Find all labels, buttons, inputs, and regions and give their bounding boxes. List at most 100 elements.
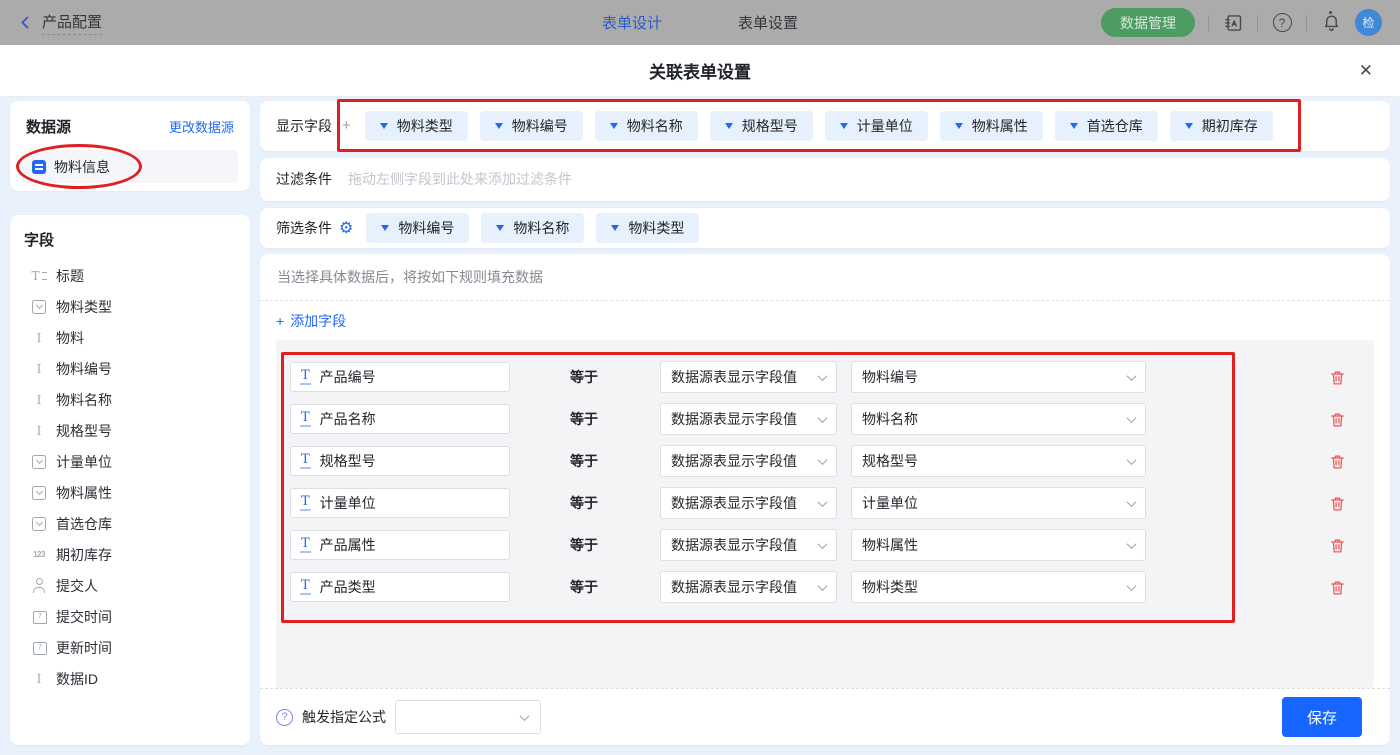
add-display-field-button[interactable]: + [342,117,351,134]
field-label: 物料编号 [56,359,112,379]
field-tag[interactable]: 物料名称 [481,213,584,243]
source-field-dropdown[interactable]: 计量单位 [851,487,1146,519]
field-tag[interactable]: 首选仓库 [1055,111,1158,141]
form-document-icon [32,160,46,174]
sidebar-field-item[interactable]: 物料类型 [22,291,238,322]
user-avatar[interactable]: 检 [1355,9,1382,36]
delete-rule-button[interactable] [1329,579,1346,596]
field-tag[interactable]: 物料属性 [940,111,1043,141]
sidebar-field-item[interactable]: 数据ID [22,663,238,694]
field-tag[interactable]: 期初库存 [1170,111,1273,141]
source-field-dropdown[interactable]: 物料名称 [851,403,1146,435]
modal-title-bar: 关联表单设置 ✕ [0,45,1400,97]
close-icon[interactable]: ✕ [1359,61,1373,81]
chevron-down-icon [818,581,828,591]
field-tag[interactable]: 物料编号 [480,111,583,141]
triangle-down-icon [611,225,619,231]
triangle-down-icon [1070,123,1078,129]
target-field-input[interactable]: 产品名称 [290,404,510,434]
sidebar-field-item[interactable]: 计量单位 [22,446,238,477]
sidebar-field-item[interactable]: 首选仓库 [22,508,238,539]
delete-rule-button[interactable] [1329,369,1346,386]
chevron-down-icon [1127,371,1137,381]
target-field-value: 产品名称 [320,409,376,429]
source-field-dropdown[interactable]: 物料属性 [851,529,1146,561]
sidebar-field-item[interactable]: 物料属性 [22,477,238,508]
delete-rule-button[interactable] [1329,453,1346,470]
target-field-input[interactable]: 规格型号 [290,446,510,476]
field-tag[interactable]: 计量单位 [825,111,928,141]
target-field-input[interactable]: 计量单位 [290,488,510,518]
target-field-input[interactable]: 产品类型 [290,572,510,602]
source-type-dropdown[interactable]: 数据源表显示字段值 [660,571,837,603]
target-field-input[interactable]: 产品属性 [290,530,510,560]
sidebar-field-item[interactable]: 提交时间 [22,601,238,632]
target-field-input[interactable]: 产品编号 [290,362,510,392]
sidebar-field-item[interactable]: 物料名称 [22,384,238,415]
formula-select[interactable] [395,700,541,734]
sidebar-field-item[interactable]: 期初库存 [22,539,238,570]
divider [1208,15,1209,31]
source-type-dropdown[interactable]: 数据源表显示字段值 [660,529,837,561]
screening-field-tags: 物料编号 物料名称 物料类型 [366,213,699,243]
chevron-down-icon [1127,413,1137,423]
triangle-down-icon [610,123,618,129]
filter-dropzone-placeholder[interactable]: 拖动左侧字段到此处来添加过滤条件 [348,169,572,189]
help-icon[interactable]: ? [1271,12,1293,34]
operator-label: 等于 [570,535,626,555]
field-tag-label: 物料名称 [627,116,683,136]
field-label: 物料名称 [56,390,112,410]
screening-condition-label: 筛选条件 [276,218,332,238]
add-field-button[interactable]: + 添加字段 [276,311,346,331]
field-tag[interactable]: 物料名称 [595,111,698,141]
sidebar-field-item[interactable]: 更新时间 [22,632,238,663]
delete-rule-button[interactable] [1329,495,1346,512]
text-field-icon [300,495,311,511]
source-type-dropdown[interactable]: 数据源表显示字段值 [660,445,837,477]
rule-row: 产品名称 等于 数据源表显示字段值 物料名称 [290,398,1360,440]
sidebar-field-item[interactable]: 物料编号 [22,353,238,384]
delete-rule-button[interactable] [1329,537,1346,554]
source-field-dropdown[interactable]: 物料类型 [851,571,1146,603]
field-label: 规格型号 [56,421,112,441]
datasource-selected-item[interactable]: 物料信息 [22,150,238,183]
sidebar-field-item[interactable]: 物料 [22,322,238,353]
field-tag[interactable]: 物料类型 [365,111,468,141]
trash-icon [1329,537,1346,554]
gear-icon[interactable]: ⚙ [339,218,353,238]
chevron-down-icon [818,539,828,549]
tab-form-settings[interactable]: 表单设置 [738,12,798,33]
sidebar-field-item[interactable]: 规格型号 [22,415,238,446]
field-tag[interactable]: 物料编号 [366,213,469,243]
change-datasource-link[interactable]: 更改数据源 [169,117,234,136]
save-button[interactable]: 保存 [1282,697,1362,737]
address-book-icon[interactable] [1222,12,1244,34]
field-tag[interactable]: 物料类型 [596,213,699,243]
source-type-dropdown[interactable]: 数据源表显示字段值 [660,487,837,519]
rule-row: 产品属性 等于 数据源表显示字段值 物料属性 [290,524,1360,566]
divider [1257,15,1258,31]
question-circle-icon[interactable]: ? [276,709,293,726]
field-tag-label: 规格型号 [742,116,798,136]
rules-list: 产品编号 等于 数据源表显示字段值 物料编号 [276,340,1374,688]
source-field-dropdown[interactable]: 物料编号 [851,361,1146,393]
source-field-dropdown[interactable]: 规格型号 [851,445,1146,477]
notification-bell-icon[interactable] [1320,12,1342,34]
back-button[interactable]: 产品配置 [18,11,102,35]
rules-hint-text: 当选择具体数据后，将按如下规则填充数据 [260,254,1390,301]
delete-rule-button[interactable] [1329,411,1346,428]
field-label: 期初库存 [56,545,112,565]
sidebar-field-item[interactable]: 提交人 [22,570,238,601]
source-type-dropdown[interactable]: 数据源表显示字段值 [660,361,837,393]
data-manage-button[interactable]: 数据管理 [1101,8,1195,37]
rules-footer: ? 触发指定公式 保存 [260,688,1390,745]
source-type-dropdown[interactable]: 数据源表显示字段值 [660,403,837,435]
field-tag[interactable]: 规格型号 [710,111,813,141]
tab-form-design[interactable]: 表单设计 [602,12,662,33]
plus-icon: + [276,313,284,329]
chevron-down-icon [520,711,530,721]
trash-icon [1329,495,1346,512]
main-panel: 显示字段 + 物料类型 物料编号 [260,101,1390,745]
field-tag-label: 物料属性 [972,116,1028,136]
sidebar-field-item[interactable]: 标题 [22,260,238,291]
